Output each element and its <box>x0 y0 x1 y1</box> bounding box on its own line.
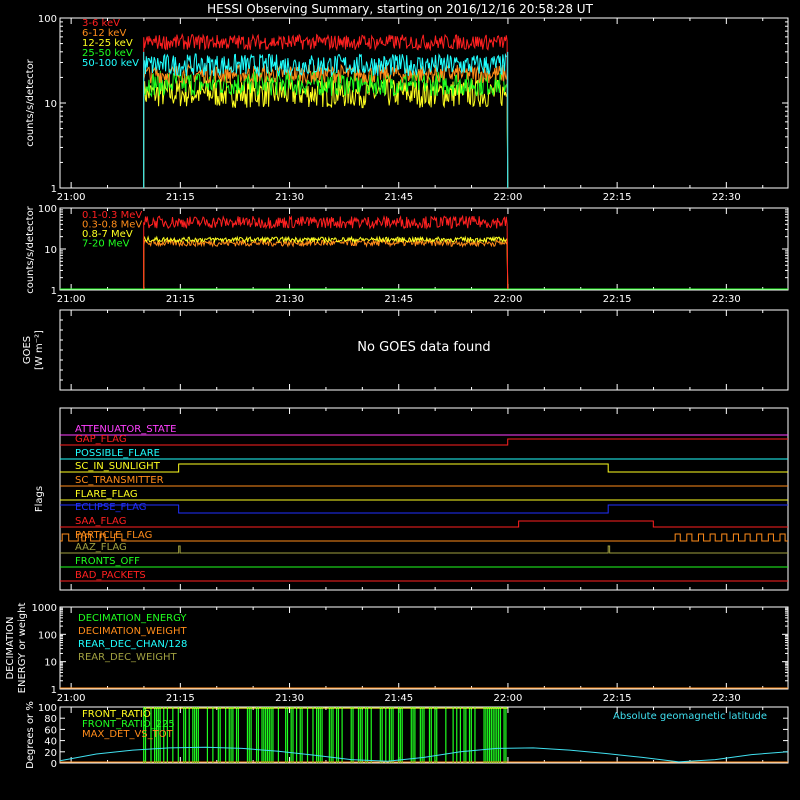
flag-label-5: FLARE_FLAG <box>75 489 138 500</box>
p6-tick-label: 60 <box>44 725 57 736</box>
legend-decimation-2: REAR_DEC_CHAN/128 <box>78 639 187 650</box>
x-tick-label: 22:15 <box>603 693 632 704</box>
p5-tick-label: 100 <box>38 630 57 641</box>
x-tick-label: 21:45 <box>384 192 413 203</box>
x-tick-label: 21:15 <box>166 294 195 305</box>
geomag-latitude-label: Absolute geomagnetic latitude <box>613 711 767 722</box>
flag-label-7: SAA_FLAG <box>75 516 126 527</box>
flag-label-11: BAD_PACKETS <box>75 570 146 581</box>
x-tick-label: 21:15 <box>166 693 195 704</box>
legend-decimation-3: REAR_DEC_WEIGHT <box>78 652 177 663</box>
x-tick-label: 22:30 <box>712 294 741 305</box>
goes-no-data-message: No GOES data found <box>357 340 490 355</box>
x-tick-label: 21:30 <box>275 294 304 305</box>
p2-ylabel: counts/s/detector <box>25 205 36 293</box>
p5-tick-label: 1 <box>51 685 57 696</box>
x-tick-label: 22:30 <box>712 693 741 704</box>
p1-tick-label: 10 <box>44 99 57 110</box>
p2-tick-label: 1 <box>51 286 57 297</box>
x-tick-label: 21:00 <box>57 693 86 704</box>
p5-tick-label: 1000 <box>32 603 57 614</box>
p4-ylabel: Flags <box>34 486 45 512</box>
flag-label-2: POSSIBLE_FLARE <box>75 448 160 459</box>
x-tick-label: 21:45 <box>384 693 413 704</box>
flag-label-9: AAZ_FLAG <box>75 542 127 553</box>
x-tick-label: 21:30 <box>275 693 304 704</box>
p2-tick-label: 10 <box>44 245 57 256</box>
p2-tick-label: 100 <box>38 204 57 215</box>
legend-ratio-2: MAX_DET_VS_TOT <box>82 729 174 740</box>
p6-tick-label: 20 <box>44 748 57 759</box>
flag-label-4: SC_TRANSMITTER <box>75 475 164 486</box>
flag-label-10: FRONTS_OFF <box>75 556 140 567</box>
legend-decimation-0: DECIMATION_ENERGY <box>78 613 187 624</box>
x-tick-label: 22:30 <box>712 192 741 203</box>
x-tick-label: 22:00 <box>494 294 523 305</box>
p6-tick-label: 100 <box>38 703 57 714</box>
hessi-summary-figure: HESSI Observing Summary, starting on 201… <box>0 0 800 800</box>
p6-ylabel: Degrees or % <box>25 701 36 769</box>
x-tick-label: 22:00 <box>494 693 523 704</box>
p3-ylabel-1: GOES <box>22 336 33 364</box>
x-tick-label: 21:45 <box>384 294 413 305</box>
p1-tick-label: 100 <box>38 14 57 25</box>
p6-tick-label: 80 <box>44 714 57 725</box>
flag-label-6: ECLIPSE_FLAG <box>75 502 146 513</box>
legend-decimation-1: DECIMATION_WEIGHT <box>78 626 187 637</box>
p5-tick-label: 10 <box>44 658 57 669</box>
p5-ylabel-2: ENERGY or weight <box>17 603 28 694</box>
p1-tick-label: 1 <box>51 184 57 195</box>
x-tick-label: 22:15 <box>603 192 632 203</box>
flag-label-8: PARTICLE_FLAG <box>75 530 152 541</box>
legend-high-3: 7-20 MeV <box>82 239 130 250</box>
p3-ylabel-2: [W m⁻²] <box>34 330 45 370</box>
figure-title: HESSI Observing Summary, starting on 201… <box>207 2 593 16</box>
x-tick-label: 21:30 <box>275 192 304 203</box>
legend-low-4: 50-100 keV <box>82 58 139 69</box>
x-tick-label: 21:15 <box>166 192 195 203</box>
p6-tick-label: 40 <box>44 737 57 748</box>
flag-label-3: SC_IN_SUNLIGHT <box>75 461 161 472</box>
p6-tick-label: 0 <box>51 759 57 770</box>
p1-ylabel: counts/s/detector <box>25 58 36 146</box>
flag-label-1: GAP_FLAG <box>75 434 127 445</box>
x-tick-label: 22:00 <box>494 192 523 203</box>
x-tick-label: 21:00 <box>57 294 86 305</box>
p5-ylabel-1: DECIMATION <box>5 616 16 679</box>
x-tick-label: 22:15 <box>603 294 632 305</box>
x-tick-label: 21:00 <box>57 192 86 203</box>
